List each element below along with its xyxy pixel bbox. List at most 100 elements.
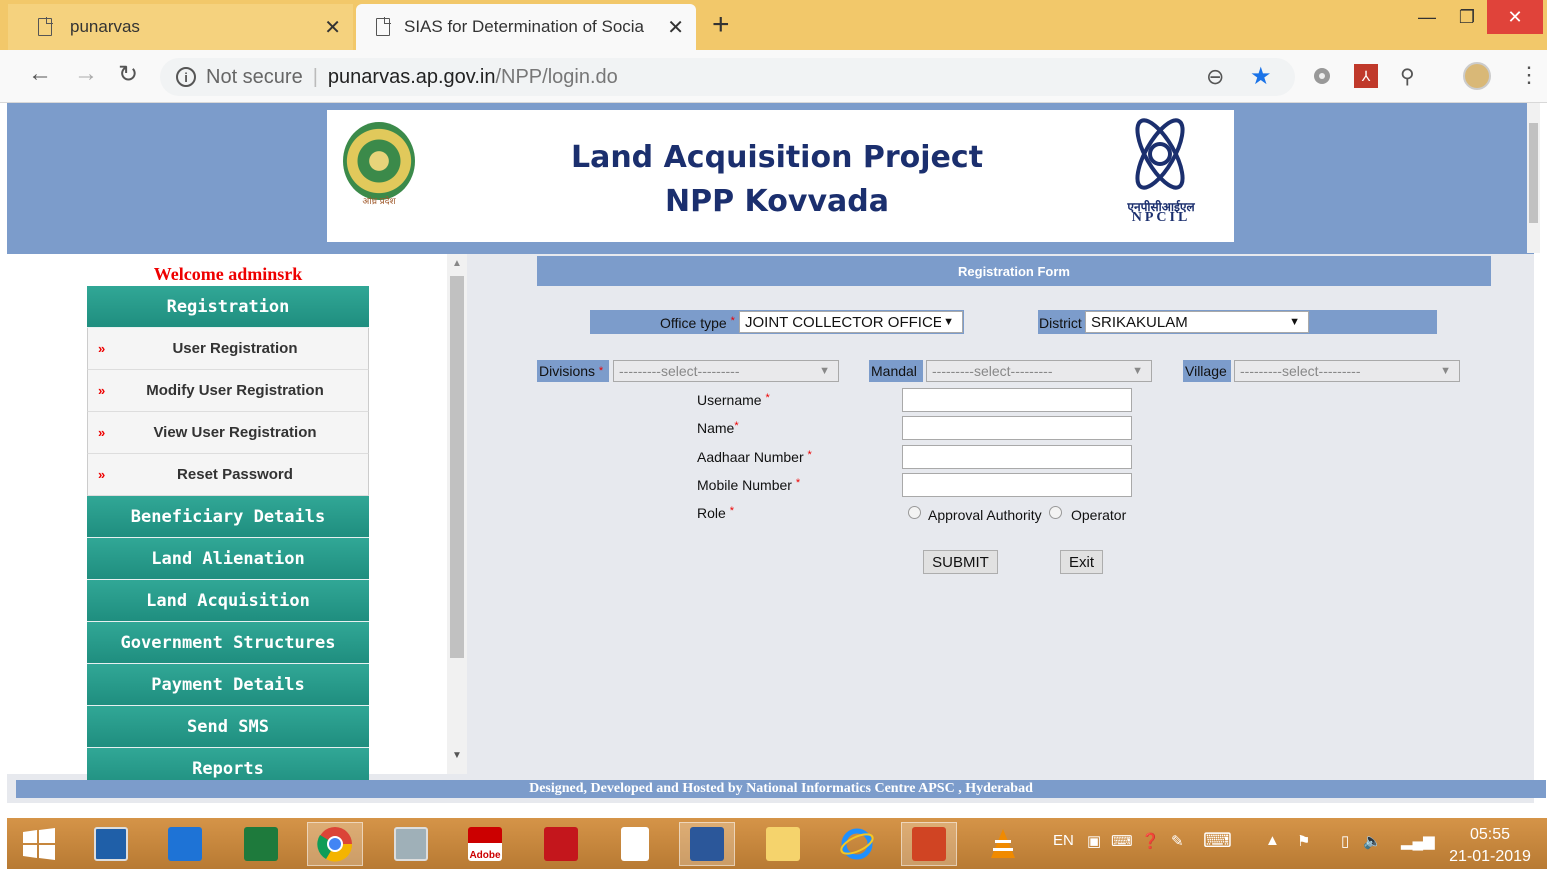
chevron-down-icon: ▼ [1440, 365, 1451, 377]
acrobat-app-icon[interactable] [533, 822, 589, 866]
lenovo-app-icon[interactable] [83, 822, 139, 866]
sidebar-item-send-sms[interactable]: Send SMS [87, 706, 369, 748]
scroll-down-icon[interactable]: ▼ [452, 750, 462, 761]
store-app-icon[interactable] [157, 822, 213, 866]
mobile-field[interactable] [902, 473, 1132, 497]
extension-puzzle-icon[interactable] [1310, 64, 1334, 88]
security-status: Not secure [206, 65, 303, 88]
document-icon [376, 17, 391, 36]
new-tab-button[interactable]: + [712, 8, 730, 42]
chevron-down-icon: ▼ [819, 365, 830, 377]
avatar[interactable] [1463, 62, 1491, 90]
pdf-extension-icon[interactable]: ⅄ [1354, 64, 1378, 88]
keyboard-tray-icon[interactable]: ⌨ [1111, 832, 1133, 850]
file-explorer-icon[interactable] [755, 822, 811, 866]
divisions-select[interactable]: ---------select--------- ▼ [613, 360, 839, 382]
sidebar-scrollbar[interactable]: ▲ ▼ [447, 254, 467, 774]
zoom-icon[interactable]: ⊖ [1206, 64, 1224, 90]
tab-punarvas[interactable]: punarvas ✕ [8, 4, 353, 50]
excel-app-icon[interactable] [233, 822, 289, 866]
clock-date: 21-01-2019 [1449, 848, 1531, 865]
scroll-up-icon[interactable]: ▲ [452, 258, 462, 269]
show-hidden-icons-icon[interactable]: ▲ [1265, 832, 1280, 849]
name-field[interactable] [902, 416, 1132, 440]
role-operator-radio[interactable] [1049, 506, 1062, 519]
mobile-label: Mobile Number * [697, 477, 801, 493]
language-indicator[interactable]: EN [1053, 832, 1074, 849]
aadhaar-field[interactable] [902, 445, 1132, 469]
sidebar-item-land-acquisition[interactable]: Land Acquisition [87, 580, 369, 622]
tab-title: SIAS for Determination of Social Impact [404, 17, 644, 36]
form-title: Registration Form [537, 256, 1491, 286]
mandal-placeholder: ---------select--------- [932, 363, 1053, 379]
url-path: /NPP/login.do [495, 65, 618, 88]
site-header: आंध्र प्रदेश Land Acquisition Project NP… [7, 103, 1534, 254]
sidebar-subitem-modify-user-registration[interactable]: » Modify User Registration [87, 370, 369, 412]
username-field[interactable] [902, 388, 1132, 412]
powerpoint-app-icon[interactable] [901, 822, 957, 866]
submit-button[interactable]: SUBMIT [923, 550, 998, 574]
sidebar-item-beneficiary-details[interactable]: Beneficiary Details [87, 496, 369, 538]
sidebar-item-registration[interactable]: Registration [87, 286, 369, 328]
divisions-placeholder: ---------select--------- [619, 363, 740, 379]
maximize-button[interactable]: ❐ [1450, 0, 1484, 34]
file-app-icon[interactable] [607, 822, 663, 866]
tray-app-icon[interactable]: ▣ [1087, 832, 1101, 850]
adobe-app-icon[interactable]: Adobe [457, 822, 513, 866]
search-extension-icon[interactable]: ⚲ [1400, 64, 1424, 88]
bookmark-star-icon[interactable]: ★ [1250, 62, 1272, 91]
touch-keyboard-icon[interactable]: ⌨ [1203, 828, 1232, 853]
role-approval-authority-radio[interactable] [908, 506, 921, 519]
action-center-flag-icon[interactable]: ⚑ [1297, 832, 1310, 850]
role-option-label: Operator [1071, 507, 1127, 523]
clock[interactable]: 05:55 21-01-2019 [1445, 824, 1535, 868]
sidebar-subitem-reset-password[interactable]: » Reset Password [87, 454, 369, 496]
volume-icon[interactable]: 🔈 [1363, 832, 1382, 850]
mandal-select[interactable]: ---------select--------- ▼ [926, 360, 1152, 382]
info-icon[interactable]: i [176, 67, 196, 87]
scrollbar-thumb[interactable] [1529, 123, 1538, 223]
district-value: SRIKAKULAM [1091, 313, 1188, 331]
sidebar-item-land-alienation[interactable]: Land Alienation [87, 538, 369, 580]
sidebar-subitem-user-registration[interactable]: » User Registration [87, 328, 369, 370]
menu-kebab-icon[interactable]: ⋮ [1518, 62, 1540, 88]
welcome-text: Welcome adminsrk [153, 264, 303, 284]
help-icon[interactable]: ❓ [1141, 832, 1160, 850]
district-select[interactable]: SRIKAKULAM ▼ [1085, 311, 1309, 333]
sidebar-subitem-view-user-registration[interactable]: » View User Registration [87, 412, 369, 454]
sidebar-item-payment-details[interactable]: Payment Details [87, 664, 369, 706]
close-window-button[interactable]: ✕ [1487, 0, 1543, 34]
calculator-app-icon[interactable] [383, 822, 439, 866]
bullet-icon: » [98, 425, 106, 440]
sidebar-item-government-structures[interactable]: Government Structures [87, 622, 369, 664]
network-icon[interactable]: ▂▄▆ [1401, 832, 1435, 850]
windows-start-icon[interactable] [11, 822, 67, 866]
role-option-label: Approval Authority [928, 507, 1042, 523]
scrollbar-thumb[interactable] [450, 276, 464, 658]
name-label: Name* [697, 420, 739, 436]
exit-button[interactable]: Exit [1060, 550, 1103, 574]
minimize-button[interactable]: — [1410, 0, 1444, 34]
address-bar[interactable]: i Not secure | punarvas.ap.gov.in /NPP/l… [160, 58, 1295, 96]
page-scrollbar[interactable] [1527, 103, 1540, 253]
close-tab-icon[interactable]: ✕ [324, 15, 341, 40]
ap-government-seal [343, 122, 415, 200]
internet-explorer-icon[interactable] [829, 822, 885, 866]
registration-form: Registration Form Office type * JOINT CO… [472, 254, 1534, 774]
back-icon[interactable]: ← [28, 60, 52, 88]
tab-sias[interactable]: SIAS for Determination of Social Impact … [356, 4, 696, 50]
reload-icon[interactable]: ↻ [118, 60, 138, 89]
pen-icon[interactable]: ✎ [1171, 832, 1184, 850]
word-app-icon[interactable] [679, 822, 735, 866]
bullet-icon: » [98, 383, 106, 398]
subitem-label: Modify User Registration [146, 382, 324, 399]
chevron-down-icon: ▼ [1132, 365, 1143, 377]
forward-icon[interactable]: → [74, 60, 98, 88]
village-select[interactable]: ---------select--------- ▼ [1234, 360, 1460, 382]
battery-icon[interactable]: ▯ [1341, 832, 1349, 850]
chrome-app-icon[interactable] [307, 822, 363, 866]
close-tab-icon[interactable]: ✕ [667, 15, 684, 40]
subitem-label: User Registration [172, 340, 298, 357]
vlc-app-icon[interactable] [975, 822, 1031, 866]
office-type-select[interactable]: JOINT COLLECTOR OFFICE ▼ [739, 311, 963, 333]
